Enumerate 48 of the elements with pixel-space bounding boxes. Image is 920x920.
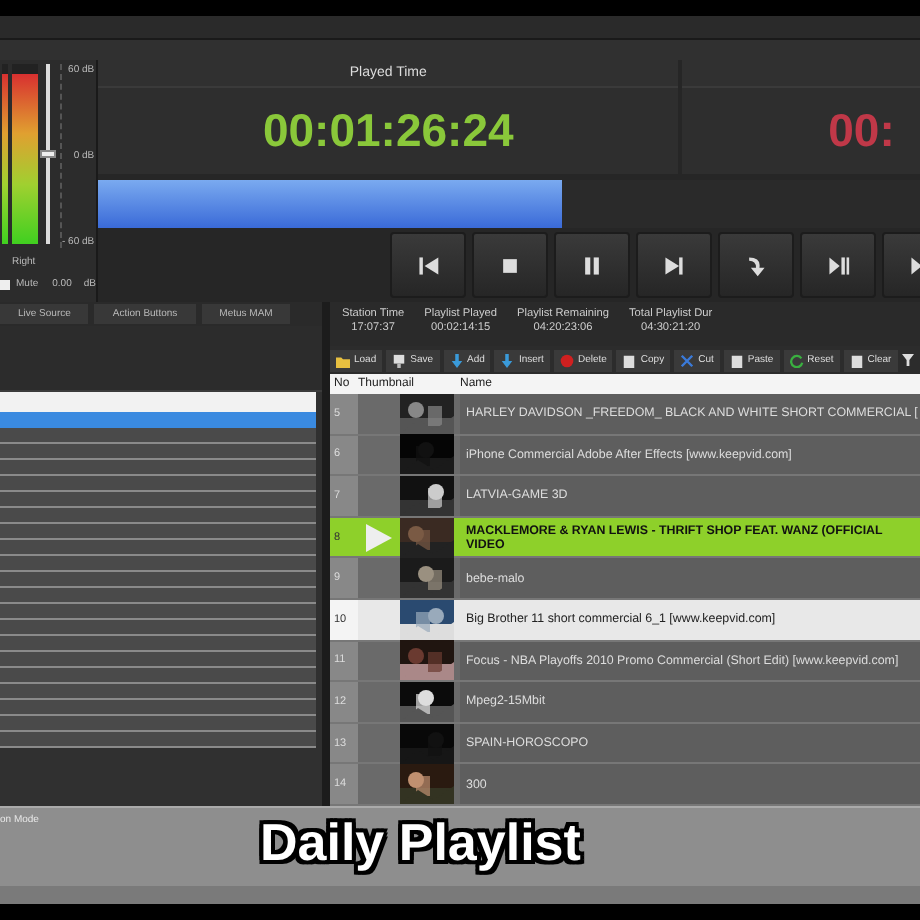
list-row[interactable] — [0, 652, 316, 668]
list-row[interactable] — [0, 684, 316, 700]
list-row[interactable] — [0, 700, 316, 716]
folder-icon — [336, 353, 350, 367]
circle-icon — [559, 353, 574, 367]
page-icon — [622, 353, 637, 367]
list-row[interactable] — [0, 492, 316, 508]
next-icon — [662, 253, 687, 277]
list-row[interactable] — [0, 668, 316, 684]
transport-button[interactable] — [800, 232, 877, 298]
list-row[interactable] — [0, 716, 316, 732]
monitor-icon — [392, 353, 407, 367]
page-icon — [729, 353, 744, 367]
video-caption: Daily Playlist — [260, 812, 581, 874]
list-row[interactable] — [0, 620, 316, 636]
pause-icon — [580, 253, 605, 277]
down-arrow-icon — [500, 353, 515, 367]
skip-end-icon — [826, 253, 851, 277]
stop-icon — [498, 253, 523, 277]
list-row[interactable] — [0, 540, 316, 556]
list-row[interactable] — [0, 572, 316, 588]
transport-button[interactable] — [472, 232, 549, 298]
list-row[interactable] — [0, 444, 316, 460]
transport-button[interactable] — [718, 232, 795, 298]
transport-button[interactable] — [636, 232, 713, 298]
list-row[interactable] — [0, 460, 316, 476]
play-icon — [366, 523, 392, 552]
list-row[interactable] — [0, 732, 316, 748]
filter-icon[interactable] — [901, 354, 914, 366]
transport-button[interactable] — [390, 232, 467, 298]
list-row[interactable] — [0, 556, 316, 572]
list-row[interactable] — [0, 636, 316, 652]
jump-icon — [744, 253, 769, 277]
list-row[interactable] — [0, 588, 316, 604]
remaining-time: 00: — [828, 104, 895, 158]
refresh-icon — [789, 353, 804, 367]
transport-button[interactable] — [554, 232, 631, 298]
down-arrow-icon — [449, 353, 464, 367]
previous-icon — [416, 253, 441, 277]
page-icon — [849, 353, 864, 367]
played-time: 00:01:26:24 — [262, 104, 514, 158]
list-row[interactable] — [0, 428, 316, 444]
mute-checkbox[interactable] — [0, 279, 10, 289]
list-row[interactable] — [0, 524, 316, 540]
list-row[interactable] — [0, 604, 316, 620]
list-row[interactable] — [0, 508, 316, 524]
volume-slider[interactable] — [44, 64, 52, 244]
list-row[interactable] — [0, 476, 316, 492]
